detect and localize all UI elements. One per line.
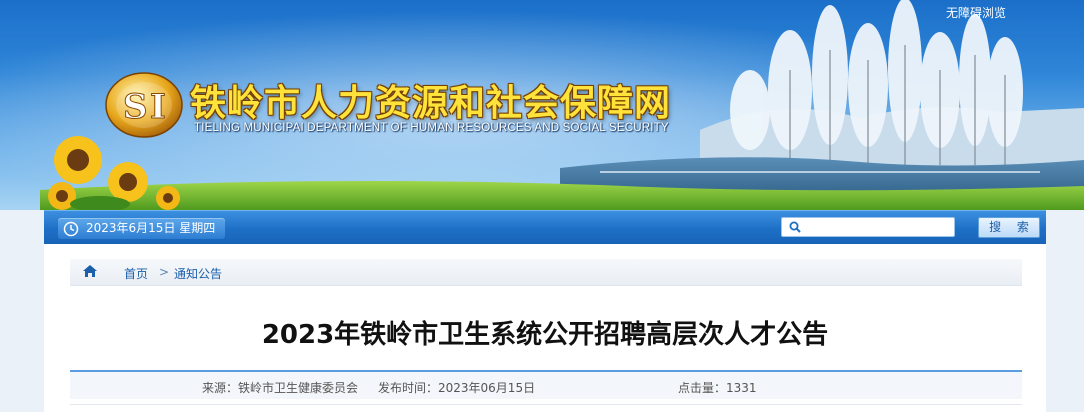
breadcrumb-home-link[interactable]: 首页 — [124, 265, 148, 282]
article-meta: 来源：铁岭市卫生健康委员会 发布时间：2023年06月15日 点击量：1331 — [70, 372, 1022, 399]
home-icon[interactable] — [82, 264, 98, 278]
search-icon — [789, 221, 801, 233]
top-nav-bar: 2023年6月15日 星期四 搜 索 — [44, 210, 1046, 245]
article-publish-time: 发布时间：2023年06月15日 — [378, 381, 536, 395]
article-hit-count: 点击量：1331 — [678, 381, 757, 395]
search-button[interactable]: 搜 索 — [978, 217, 1040, 238]
site-banner: 无障碍浏览 S I 铁岭市人力资源和社会保障网 TIELING MUNICIPA… — [0, 0, 1084, 210]
date-display: 2023年6月15日 星期四 — [58, 218, 225, 239]
content-divider — [70, 404, 1022, 405]
breadcrumb: 首页 > 通知公告 — [70, 259, 1022, 286]
svg-text:I: I — [150, 87, 166, 127]
site-title[interactable]: 铁岭市人力资源和社会保障网 — [190, 74, 671, 126]
breadcrumb-current-link[interactable]: 通知公告 — [174, 265, 222, 282]
svg-text:S: S — [123, 87, 148, 127]
article-source: 来源：铁岭市卫生健康委员会 — [202, 381, 359, 395]
si-emblem-icon: S I — [105, 72, 183, 138]
accessibility-link[interactable]: 无障碍浏览 — [946, 4, 1006, 21]
article-title: 2023年铁岭市卫生系统公开招聘高层次人才公告 — [261, 320, 829, 350]
clock-icon — [63, 221, 79, 237]
site-subtitle: TIELING MUNICIPAI DEPARTMENT OF HUMAN RE… — [194, 122, 669, 134]
breadcrumb-separator: > — [159, 265, 170, 279]
search-input[interactable] — [781, 217, 955, 237]
main-content: 首页 > 通知公告 2023年铁岭市卫生系统公开招聘高层次人才公告 来源：铁岭市… — [44, 244, 1046, 412]
date-text: 2023年6月15日 星期四 — [86, 221, 216, 235]
